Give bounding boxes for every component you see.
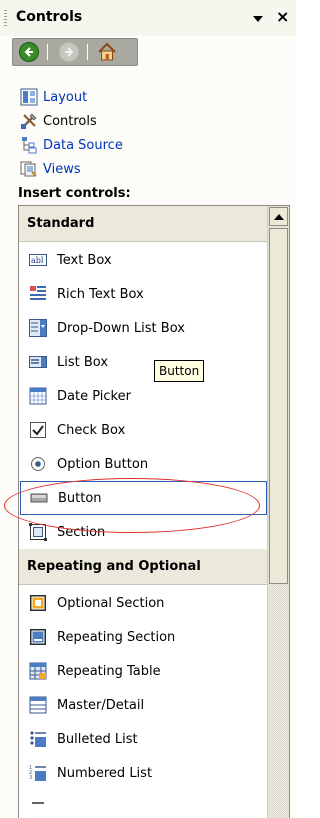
navigation-toolbar [12, 38, 138, 66]
control-item-label: Rich Text Box [57, 286, 144, 302]
control-item-drop-down-list-box[interactable]: Drop-Down List Box [19, 311, 268, 345]
task-pane-title-bar: Controls × [0, 0, 296, 36]
control-item-label: Date Picker [57, 388, 131, 404]
svg-text:abl: abl [31, 256, 44, 265]
task-link-label: Layout [43, 89, 88, 105]
control-item-label: Drop-Down List Box [57, 320, 185, 336]
section-header-repeating-and-optional: Repeating and Optional [19, 549, 268, 585]
insert-controls-heading: Insert controls: [18, 186, 131, 201]
control-item-master-detail[interactable]: Master/Detail [19, 688, 268, 722]
repeating-table-icon [29, 662, 47, 680]
control-item-section[interactable]: Section [19, 515, 268, 549]
control-item-button[interactable]: Button [20, 481, 267, 515]
section-icon [29, 523, 47, 541]
list-icon [32, 802, 44, 804]
task-link-label: Controls [43, 113, 97, 129]
task-link-label: Views [43, 161, 81, 177]
task-link-views[interactable]: Views [20, 158, 81, 180]
control-item-rich-text-box[interactable]: Rich Text Box [19, 277, 268, 311]
close-button[interactable]: × [276, 8, 289, 26]
up-arrow-icon [273, 213, 284, 220]
optional-section-icon [30, 595, 46, 611]
date-picker-icon [29, 387, 47, 405]
control-item-label: Repeating Section [57, 629, 176, 645]
list-scrollbar[interactable] [267, 206, 289, 818]
control-item-repeating-table[interactable]: Repeating Table [19, 654, 268, 688]
check-box-icon [30, 422, 46, 438]
control-item-label: Numbered List [57, 765, 153, 781]
drop-down-list-box-icon [29, 319, 47, 337]
control-item-check-box[interactable]: Check Box [19, 413, 268, 447]
section-header-standard: Standard [19, 206, 268, 242]
bulleted-list-icon [30, 731, 46, 747]
layout-icon [20, 88, 38, 106]
control-item-label: Option Button [57, 456, 149, 472]
home-button[interactable] [97, 42, 117, 62]
task-link-label: Data Source [43, 137, 123, 153]
control-item-label: Button [58, 490, 102, 506]
text-box-icon: abl [29, 254, 47, 266]
button-tooltip: Button [154, 360, 205, 382]
control-item-option-button[interactable]: Option Button [19, 447, 268, 481]
task-link-layout[interactable]: Layout [20, 86, 87, 108]
control-item-label: Repeating Table [57, 663, 161, 679]
control-item-bulleted-list[interactable]: Bulleted List [19, 722, 268, 756]
control-item-list-box[interactable]: List Box [19, 345, 268, 379]
controls-list: Standard abl Text Box Rich Text Box Drop… [18, 205, 290, 818]
scroll-up-button[interactable] [269, 207, 288, 226]
task-link-controls[interactable]: Controls [20, 110, 97, 132]
button-icon [30, 493, 48, 503]
forward-arrow-icon [59, 42, 79, 62]
control-item-label: Section [57, 524, 106, 540]
views-icon [20, 161, 37, 177]
home-icon [97, 42, 117, 62]
numbered-list-icon: 1 2 3 [29, 765, 46, 781]
master-detail-icon [29, 696, 47, 714]
control-item-label: Master/Detail [57, 697, 145, 713]
back-arrow-icon [19, 42, 39, 62]
data-source-icon [22, 137, 37, 154]
drag-grip-icon[interactable] [4, 10, 7, 26]
control-item-label: Text Box [57, 252, 112, 268]
task-pane-title: Controls [16, 9, 83, 25]
option-button-icon [31, 457, 45, 471]
forward-button[interactable] [59, 42, 79, 62]
toolbar-separator [87, 44, 88, 60]
section-header-label: Repeating and Optional [27, 559, 201, 574]
control-item-label: Optional Section [57, 595, 165, 611]
task-link-data-source[interactable]: Data Source [20, 134, 123, 156]
repeating-section-icon [30, 629, 46, 645]
scrollbar-thumb[interactable] [269, 228, 288, 584]
control-item-label: Bulleted List [57, 731, 138, 747]
dropdown-triangle-icon[interactable] [253, 16, 263, 22]
control-item-partial-next[interactable] [19, 790, 268, 818]
back-button[interactable] [19, 42, 39, 62]
list-box-icon [29, 356, 47, 368]
control-item-repeating-section[interactable]: Repeating Section [19, 620, 268, 654]
rich-text-box-icon [30, 286, 46, 300]
control-item-label: Check Box [57, 422, 126, 438]
controls-task-pane: Controls × Layout Controls Data Source V… [0, 0, 296, 818]
control-item-optional-section[interactable]: Optional Section [19, 586, 268, 620]
control-item-text-box[interactable]: abl Text Box [19, 243, 268, 277]
control-item-numbered-list[interactable]: 1 2 3 Numbered List [19, 756, 268, 790]
control-item-date-picker[interactable]: Date Picker [19, 379, 268, 413]
svg-text:3: 3 [29, 775, 32, 781]
toolbar-separator [47, 44, 48, 60]
controls-icon [21, 113, 37, 129]
control-item-label: List Box [57, 354, 109, 370]
section-header-label: Standard [27, 216, 95, 231]
